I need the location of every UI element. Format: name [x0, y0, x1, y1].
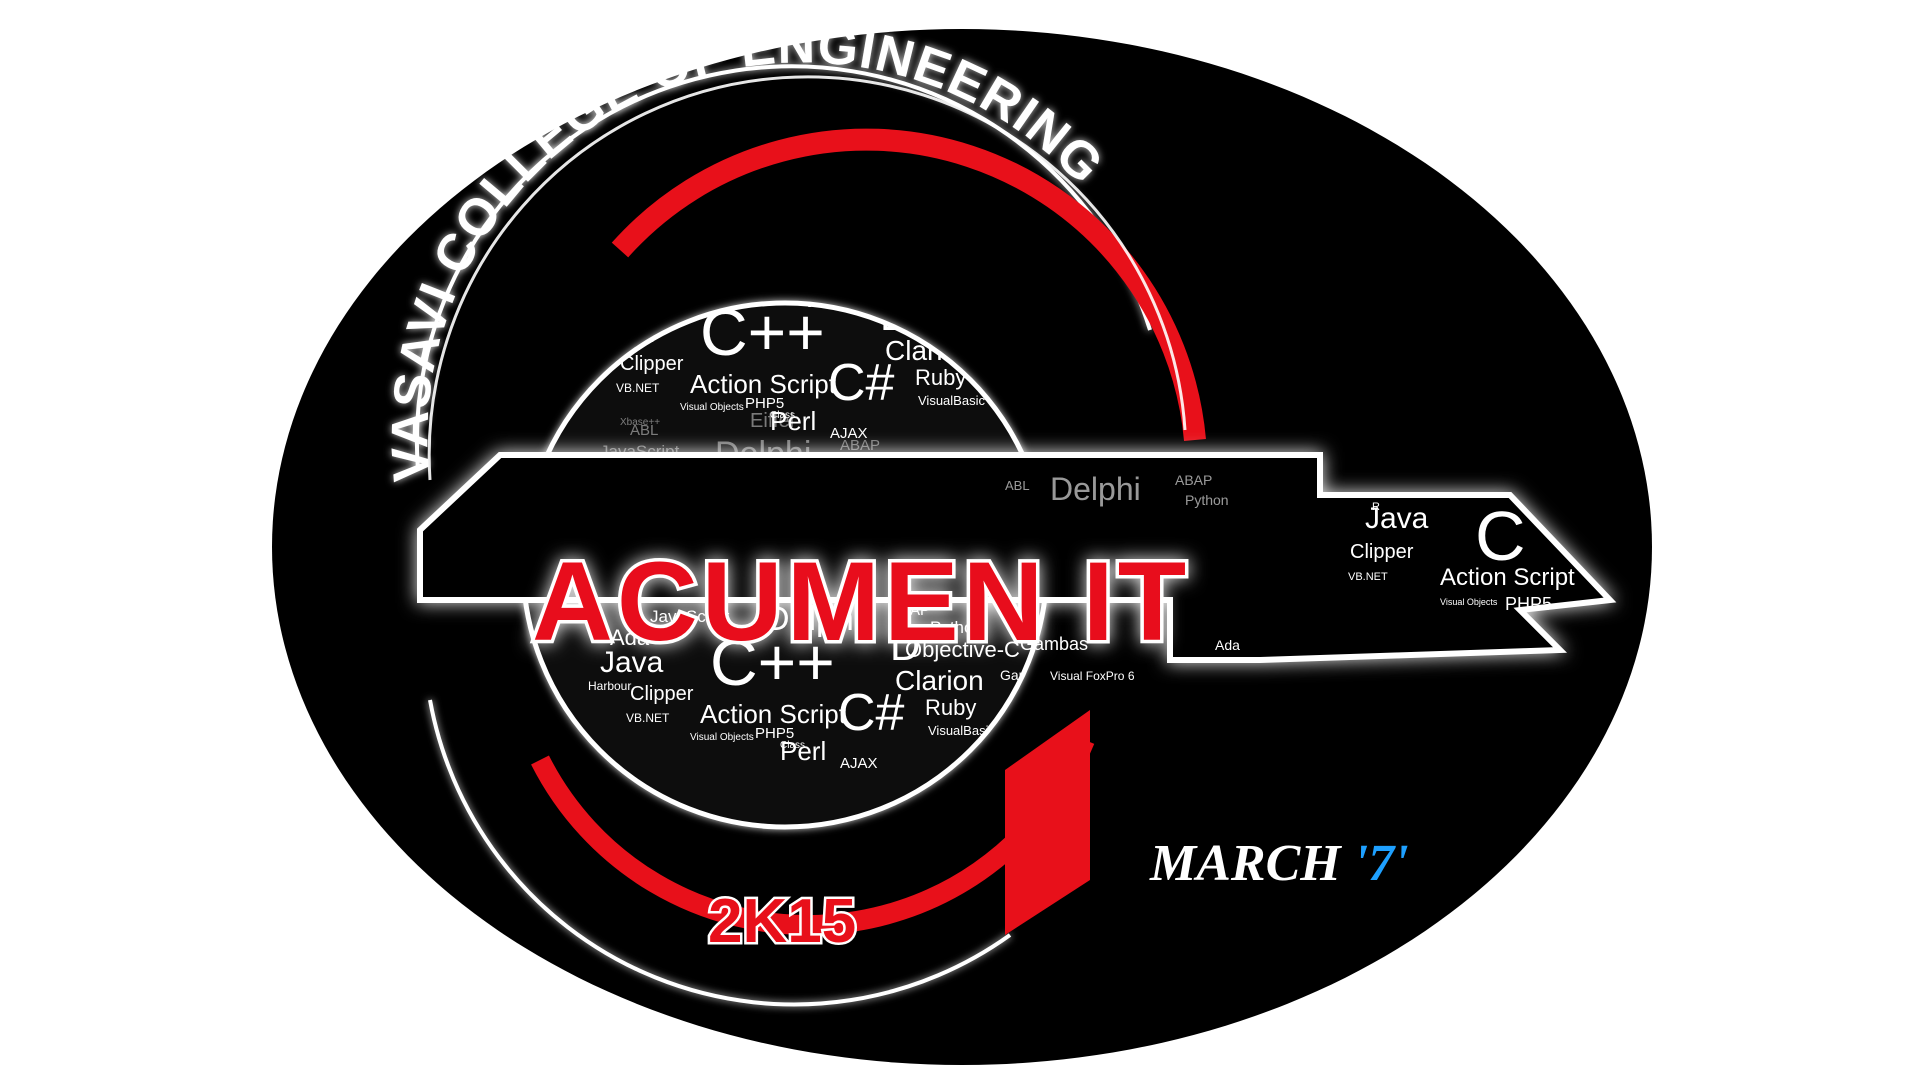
- language-word: ABAP: [1175, 472, 1212, 488]
- language-word: Xbase++: [620, 417, 660, 428]
- acumen-it-emblem: ABLEiffelJavaScriptDelphiABAPPythonAdaJa…: [272, 16, 1652, 1065]
- language-word: Visual FoxPro 6: [1050, 669, 1135, 683]
- event-date: MARCH '7': [1149, 835, 1409, 892]
- language-word: Clipper: [1350, 541, 1414, 563]
- language-word: C#: [838, 684, 905, 742]
- language-word: Ruby: [925, 695, 976, 720]
- language-word: C#: [828, 354, 895, 412]
- language-word: VB.NET: [616, 381, 660, 395]
- language-word: Clipper: [630, 683, 694, 705]
- language-word: ABAP: [840, 437, 880, 454]
- language-word: Visual Objects: [680, 402, 744, 413]
- language-word: Visual Objects: [690, 732, 754, 743]
- language-word: VB.NET: [1348, 571, 1388, 583]
- date-day: '7': [1354, 835, 1409, 892]
- language-word: Python: [1185, 492, 1229, 508]
- language-word: Visual Objects: [1440, 597, 1498, 607]
- language-word: Clarion: [895, 665, 984, 696]
- event-year: 2K15: [708, 887, 856, 956]
- language-word: ABL: [1005, 478, 1030, 493]
- emblem-canvas: ABLEiffelJavaScriptDelphiABAPPythonAdaJa…: [0, 0, 1920, 1080]
- language-word: Perl: [780, 736, 826, 766]
- language-word: C: [1475, 497, 1526, 575]
- language-word: VB.NET: [626, 711, 670, 725]
- language-word: Eiffel: [750, 410, 794, 432]
- event-title: ACUMEN IT: [532, 539, 1190, 664]
- language-word: AJAX: [840, 755, 878, 772]
- language-word: Ada: [1215, 637, 1240, 653]
- language-word: Harbour: [588, 679, 631, 693]
- language-word: Delphi: [1050, 471, 1141, 507]
- date-month: MARCH: [1149, 835, 1354, 892]
- language-word: PHP5: [1505, 594, 1552, 614]
- language-word: R: [1372, 501, 1380, 513]
